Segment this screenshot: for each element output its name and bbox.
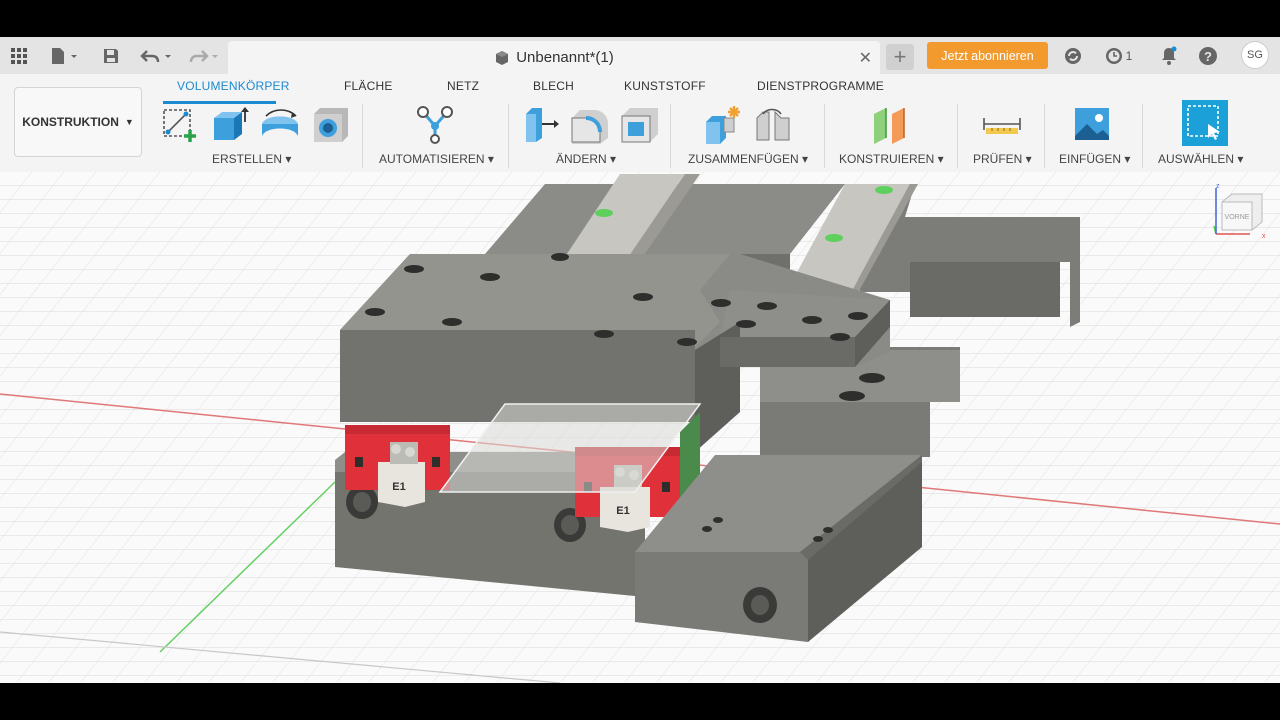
hole-icon[interactable]: [310, 104, 350, 144]
app-bar: Unbenannt*(1) ✕ + Jetzt abonnieren 1 ? S…: [0, 37, 1280, 74]
new-component-icon[interactable]: [702, 104, 742, 144]
save-icon[interactable]: [100, 42, 122, 69]
create-sketch-icon[interactable]: [160, 104, 200, 144]
workspace-switcher[interactable]: KONSTRUKTION ▼: [14, 87, 142, 157]
svg-text:x: x: [1262, 233, 1266, 240]
document-title: Unbenannt*(1): [516, 49, 614, 66]
svg-text:z: z: [1216, 184, 1220, 190]
tab-flaeche[interactable]: FLÄCHE: [344, 79, 393, 93]
block-label: E1: [392, 481, 405, 493]
group-label-auswaehlen[interactable]: AUSWÄHLEN ▾: [1158, 152, 1243, 166]
tab-blech[interactable]: BLECH: [533, 79, 574, 93]
group-divider: [1142, 104, 1143, 168]
group-label-konstruieren[interactable]: KONSTRUIEREN ▾: [839, 152, 944, 166]
app-grid-icon[interactable]: [8, 42, 30, 69]
chevron-down-icon: ▼: [124, 117, 134, 127]
group-divider: [508, 104, 509, 168]
group-label-erstellen[interactable]: ERSTELLEN ▾: [212, 152, 291, 166]
data-panel-icon[interactable]: [1062, 42, 1084, 69]
redo-icon[interactable]: [186, 42, 222, 69]
svg-text:?: ?: [1204, 49, 1212, 64]
tab-netz[interactable]: NETZ: [447, 79, 479, 93]
automate-icon[interactable]: [415, 104, 455, 144]
joint-icon[interactable]: [753, 104, 793, 144]
tab-kunststoff[interactable]: KUNSTSTOFF: [624, 79, 706, 93]
file-menu-icon[interactable]: [46, 42, 82, 69]
block-label: E1: [616, 505, 629, 517]
subscribe-button[interactable]: Jetzt abonnieren: [927, 42, 1048, 69]
notifications-icon[interactable]: [1158, 42, 1180, 69]
job-count: 1: [1125, 48, 1133, 63]
insert-image-icon[interactable]: [1073, 104, 1113, 144]
tab-dienstprogramme[interactable]: DIENSTPROGRAMME: [757, 79, 884, 93]
view-cube[interactable]: z x VORNE: [1212, 184, 1268, 240]
extrude-icon[interactable]: [210, 104, 250, 144]
component-icon: [496, 50, 509, 65]
group-label-einfuegen[interactable]: EINFÜGEN ▾: [1059, 152, 1130, 166]
group-label-zusammenfuegen[interactable]: ZUSAMMENFÜGEN ▾: [688, 152, 808, 166]
clock-icon: [1105, 47, 1122, 64]
model-canvas: E1 E1: [0, 172, 1280, 683]
group-label-aendern[interactable]: ÄNDERN ▾: [556, 152, 616, 166]
fillet-icon[interactable]: [570, 104, 610, 144]
shell-icon[interactable]: [620, 104, 660, 144]
document-tab[interactable]: Unbenannt*(1) ✕: [228, 41, 880, 74]
workspace-label: KONSTRUKTION: [22, 115, 119, 129]
offset-plane-icon[interactable]: [870, 104, 910, 144]
group-divider: [362, 104, 363, 168]
press-pull-icon[interactable]: [520, 104, 560, 144]
tab-volumenkoerper[interactable]: VOLUMENKÖRPER: [177, 79, 290, 93]
measure-icon[interactable]: [982, 104, 1022, 144]
new-tab-button[interactable]: +: [886, 44, 914, 70]
close-tab-icon[interactable]: ✕: [859, 48, 872, 68]
3d-viewport[interactable]: E1 E1 z x VORNE: [0, 172, 1280, 683]
help-icon[interactable]: ?: [1197, 42, 1219, 69]
undo-icon[interactable]: [138, 42, 176, 69]
group-label-pruefen[interactable]: PRÜFEN ▾: [973, 152, 1032, 166]
user-avatar[interactable]: SG: [1241, 41, 1269, 69]
job-status[interactable]: 1: [1100, 42, 1136, 69]
select-icon[interactable]: [1182, 100, 1228, 146]
group-divider: [957, 104, 958, 168]
group-divider: [1044, 104, 1045, 168]
revolve-icon[interactable]: [260, 104, 300, 144]
fusion-window: Unbenannt*(1) ✕ + Jetzt abonnieren 1 ? S…: [0, 37, 1280, 683]
group-divider: [824, 104, 825, 168]
group-divider: [670, 104, 671, 168]
group-label-automatisieren[interactable]: AUTOMATISIEREN ▾: [379, 152, 494, 166]
viewcube-label: VORNE: [1225, 214, 1250, 221]
